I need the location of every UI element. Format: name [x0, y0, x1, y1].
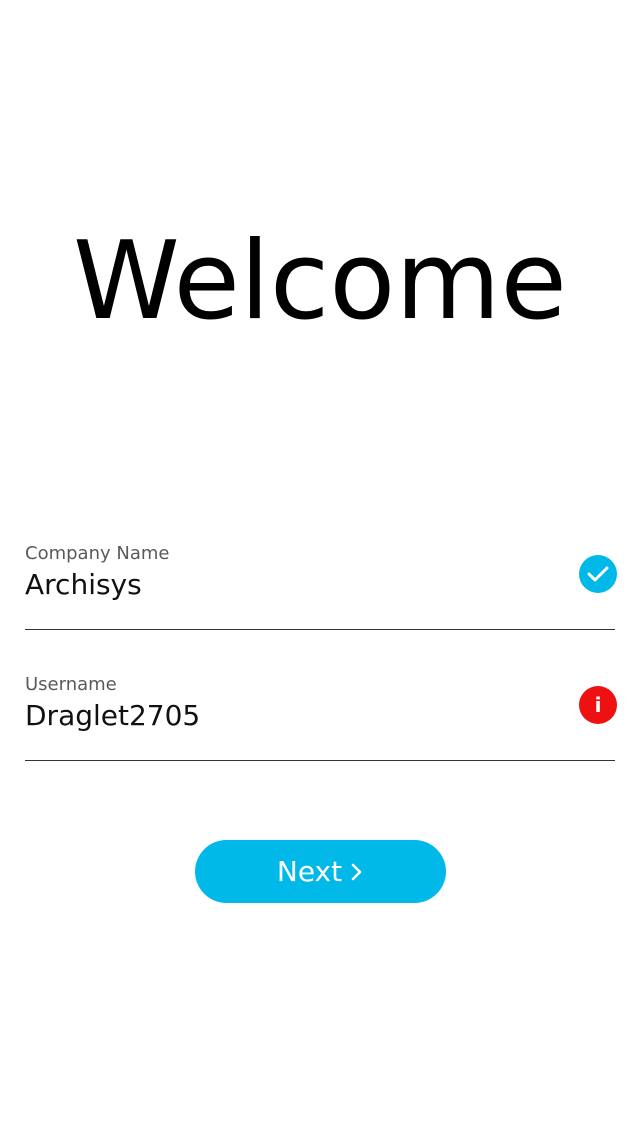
chevron-right-icon: [351, 863, 362, 880]
username-label: Username: [25, 674, 117, 695]
username-field[interactable]: Username i: [25, 670, 617, 761]
check-glyph: [587, 566, 609, 582]
company-name-input[interactable]: [25, 567, 545, 603]
welcome-screen: Welcome Company Name Username i Next: [0, 0, 640, 1136]
info-icon: i: [579, 686, 617, 724]
page-title: Welcome: [72, 219, 567, 344]
username-input[interactable]: [25, 698, 545, 734]
company-name-label: Company Name: [25, 543, 170, 564]
next-button-label: Next: [276, 854, 343, 888]
check-icon: [579, 555, 617, 593]
next-button[interactable]: Next: [195, 840, 446, 903]
company-name-field[interactable]: Company Name: [25, 539, 617, 630]
info-glyph: i: [594, 693, 602, 717]
